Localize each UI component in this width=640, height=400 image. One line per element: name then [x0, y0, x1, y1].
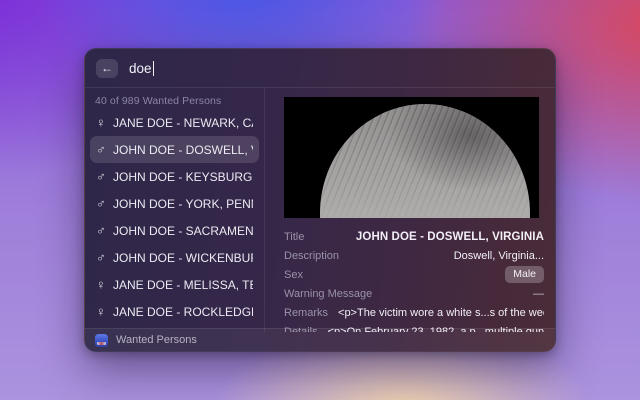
- results-list: 40 of 989 Wanted Persons ♀ JANE DOE - NE…: [85, 88, 265, 332]
- metadata-table: Title JOHN DOE - DOSWELL, VIRGINIA Descr…: [284, 227, 544, 332]
- list-item[interactable]: ♀ JANE DOE - MELISSA, TEXAS: [90, 271, 259, 298]
- list-item-selected[interactable]: ♂ JOHN DOE - DOSWELL, VIRGINIA: [90, 136, 259, 163]
- wanted-persons-app-icon: [95, 334, 108, 347]
- list-item-label: JANE DOE - MELISSA, TEXAS: [113, 278, 253, 292]
- male-icon: ♂: [96, 250, 113, 265]
- app-name-label: Wanted Persons: [116, 334, 197, 346]
- list-item[interactable]: ♂ JOHN DOE - KEYSBURG, KENT...: [90, 163, 259, 190]
- list-item-label: JANE DOE - ROCKLEDGE, FLOR...: [113, 305, 253, 319]
- field-value-description: Doswell, Virginia...: [349, 250, 544, 262]
- detail-panel: Title JOHN DOE - DOSWELL, VIRGINIA Descr…: [265, 88, 555, 332]
- list-item-label: JANE DOE - NEWARK, CALIFOR...: [113, 116, 253, 130]
- back-arrow-icon: ←: [101, 62, 113, 74]
- metadata-row-title: Title JOHN DOE - DOSWELL, VIRGINIA: [284, 227, 544, 246]
- field-label: Warning Message: [284, 288, 372, 300]
- metadata-row-remarks: Remarks <p>The victim wore a white s...s…: [284, 303, 544, 322]
- list-item[interactable]: ♀ JANE DOE - ROCKLEDGE, FLOR...: [90, 298, 259, 325]
- field-label: Description: [284, 250, 339, 262]
- field-label: Sex: [284, 269, 303, 281]
- list-item[interactable]: ♂ JOHN DOE - WICKENBURG, ARI...: [90, 244, 259, 271]
- metadata-row-warning-message: Warning Message —: [284, 284, 544, 303]
- photo-head-shape: [320, 104, 530, 218]
- metadata-row-description: Description Doswell, Virginia...: [284, 246, 544, 265]
- male-icon: ♂: [96, 196, 113, 211]
- search-input[interactable]: doe: [129, 61, 154, 76]
- list-item-label: JOHN DOE - KEYSBURG, KENT...: [113, 170, 253, 184]
- field-value-warning: —: [382, 288, 544, 300]
- main-area: 40 of 989 Wanted Persons ♀ JANE DOE - NE…: [85, 88, 555, 332]
- back-button[interactable]: ←: [96, 59, 118, 78]
- badge-wrapper: Male: [313, 266, 544, 283]
- field-value-remarks: <p>The victim wore a white s...s of the …: [338, 307, 544, 319]
- metadata-row-sex: Sex Male: [284, 265, 544, 284]
- female-icon: ♀: [96, 115, 113, 130]
- results-count-header: 40 of 989 Wanted Persons: [90, 88, 259, 109]
- sex-badge: Male: [505, 266, 544, 283]
- search-bar: ← doe: [85, 49, 555, 88]
- search-query-text: doe: [129, 61, 152, 76]
- list-item-label: JOHN DOE - YORK, PENNSYLV...: [113, 197, 253, 211]
- status-bar: Wanted Persons: [85, 328, 555, 351]
- list-item-label: JOHN DOE - DOSWELL, VIRGINIA: [113, 143, 253, 157]
- list-item[interactable]: ♂ JOHN DOE - SACRAMENTO, CA...: [90, 217, 259, 244]
- list-item-label: JOHN DOE - SACRAMENTO, CA...: [113, 224, 253, 238]
- field-label: Remarks: [284, 307, 328, 319]
- wanted-person-photo: [284, 97, 539, 218]
- list-item-label: JOHN DOE - WICKENBURG, ARI...: [113, 251, 253, 265]
- field-label: Title: [284, 231, 304, 243]
- text-caret: [153, 61, 155, 76]
- list-item[interactable]: ♂ JOHN DOE - YORK, PENNSYLV...: [90, 190, 259, 217]
- list-item[interactable]: ♀ JANE DOE - NEWARK, CALIFOR...: [90, 109, 259, 136]
- male-icon: ♂: [96, 223, 113, 238]
- female-icon: ♀: [96, 277, 113, 292]
- male-icon: ♂: [96, 169, 113, 184]
- launcher-window: ← doe 40 of 989 Wanted Persons ♀ JANE DO…: [84, 48, 556, 352]
- male-icon: ♂: [96, 142, 113, 157]
- female-icon: ♀: [96, 304, 113, 319]
- field-value-title: JOHN DOE - DOSWELL, VIRGINIA: [314, 231, 544, 243]
